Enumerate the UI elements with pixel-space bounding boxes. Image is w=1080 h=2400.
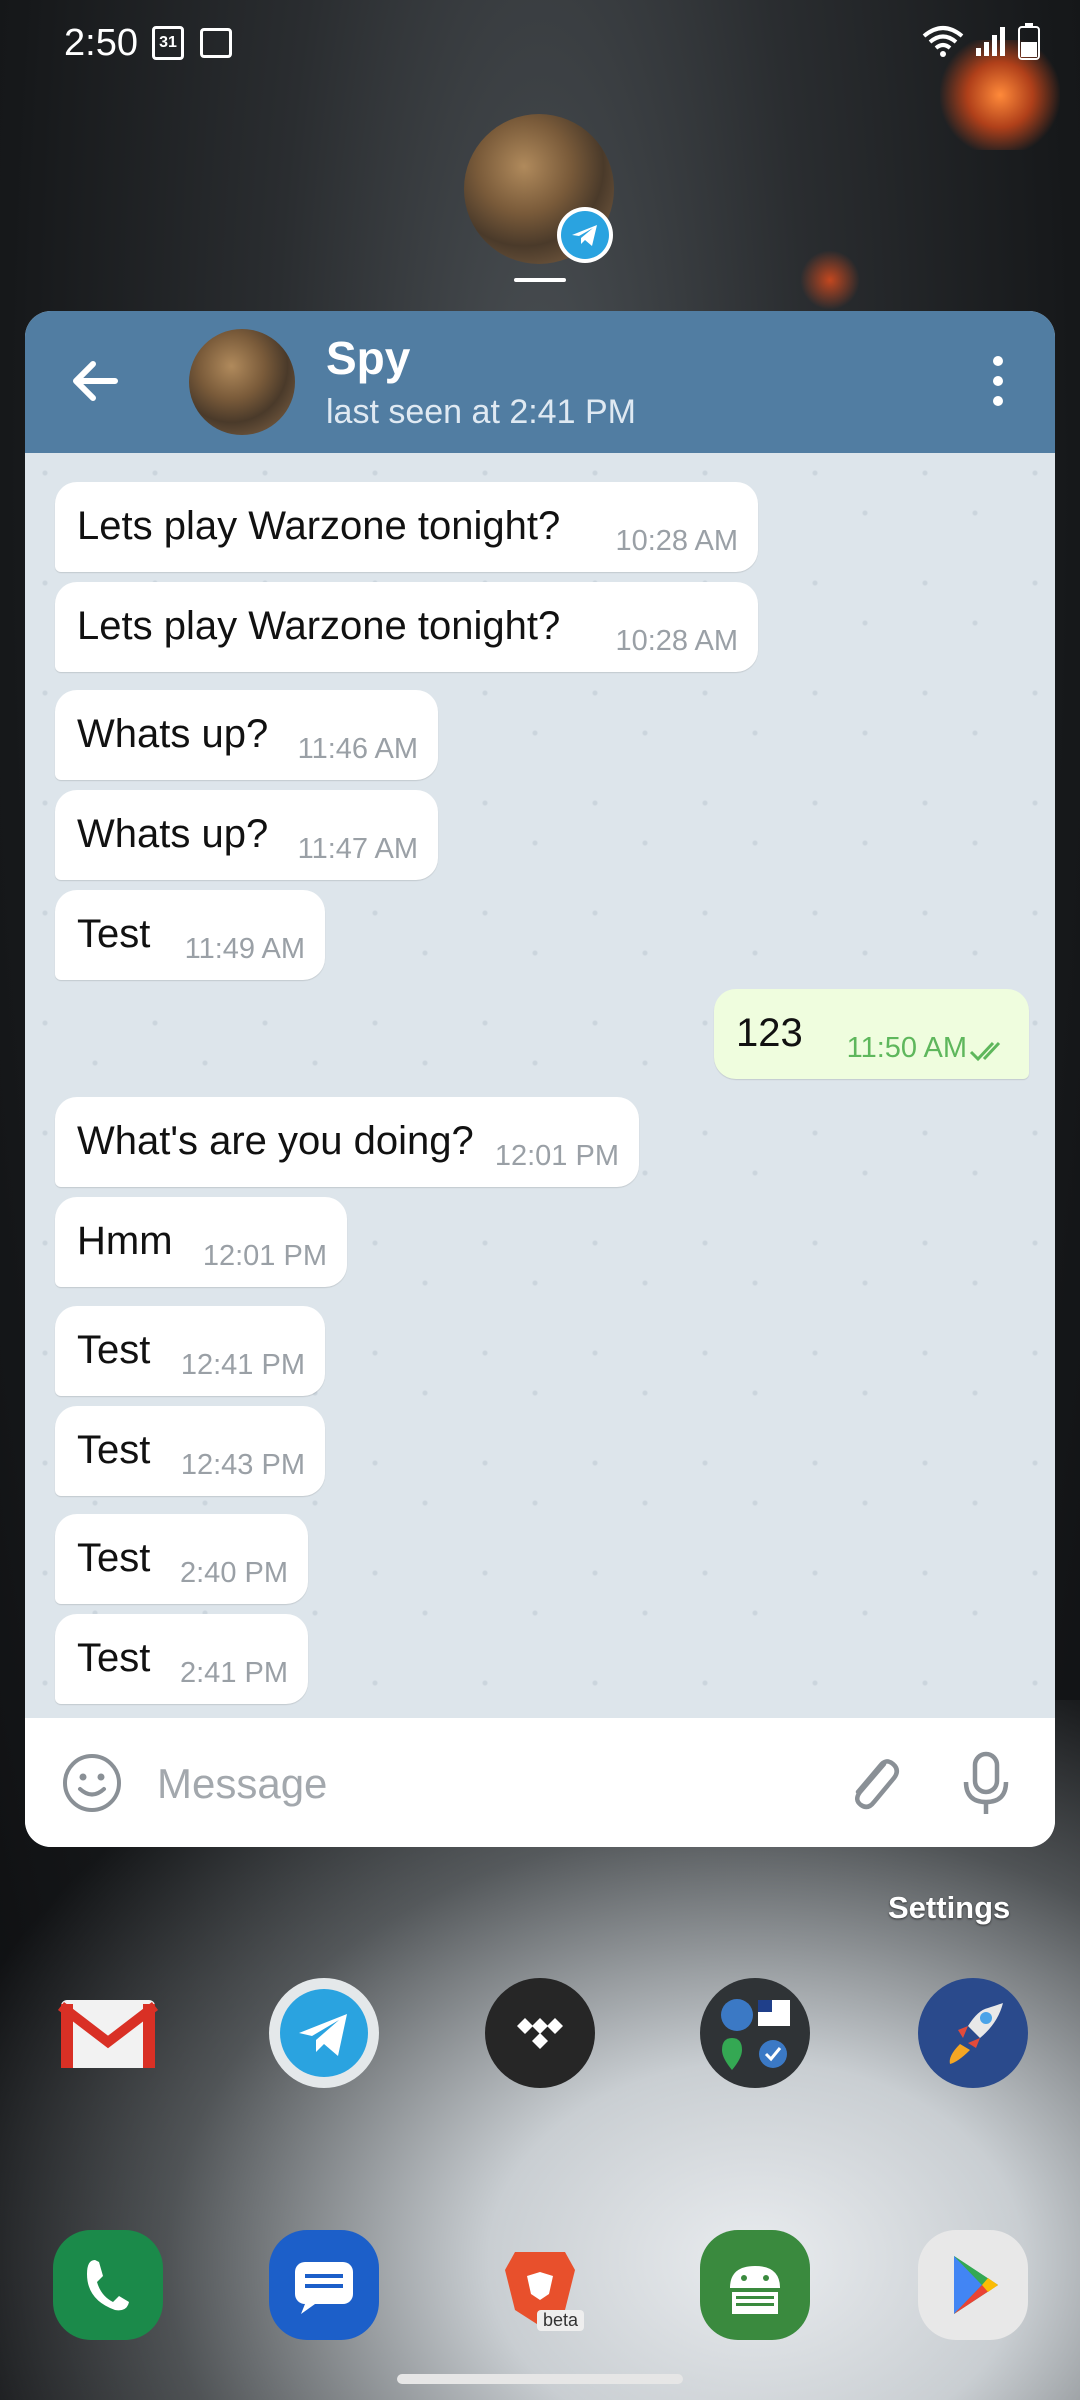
message-text: Test (77, 912, 151, 956)
read-checkmarks-icon (969, 1041, 1001, 1062)
chat-header: Spy last seen at 2:41 PM (25, 311, 1055, 453)
message-bubble-incoming[interactable]: Test 12:43 PM (55, 1406, 325, 1496)
message-text: Test (77, 1328, 151, 1372)
message-time: 12:43 PM (180, 1449, 305, 1481)
calendar-icon: 31 (152, 26, 184, 60)
message-time: 12:01 PM (494, 1140, 619, 1172)
microphone-icon[interactable] (958, 1748, 1014, 1818)
message-time: 12:01 PM (202, 1240, 327, 1272)
chat-window: Spy last seen at 2:41 PM Lets play Warzo… (25, 311, 1055, 1847)
signal-icon (976, 27, 1005, 56)
message-bubble-incoming[interactable]: Test 2:40 PM (55, 1514, 308, 1604)
message-bubble-incoming[interactable]: Test 2:41 PM (55, 1614, 308, 1704)
message-text: Whats up? (77, 812, 269, 856)
beta-badge: beta (537, 2310, 585, 2331)
message-time: 12:41 PM (180, 1349, 305, 1381)
message-text: Test (77, 1636, 151, 1680)
more-options-icon[interactable] (983, 351, 1013, 411)
message-time: 11:46 AM (297, 733, 418, 765)
message-text: What's are you doing? (77, 1119, 474, 1163)
message-bubble-incoming[interactable]: Whats up? 11:46 AM (55, 690, 438, 780)
contact-name[interactable]: Spy (326, 331, 410, 385)
image-notification-icon (200, 28, 232, 58)
message-text: Hmm (77, 1219, 173, 1263)
message-bubble-incoming[interactable]: Whats up? 11:47 AM (55, 790, 438, 880)
message-time: 11:49 AM (184, 933, 305, 965)
play-store-icon[interactable] (918, 2230, 1028, 2340)
telegram-badge-icon (557, 207, 613, 263)
message-text: Test (77, 1428, 151, 1472)
message-bubble-incoming[interactable]: Test 11:49 AM (55, 890, 325, 980)
settings-label[interactable]: Settings (888, 1890, 1010, 1926)
contact-last-seen: last seen at 2:41 PM (326, 393, 636, 431)
message-list[interactable]: Lets play Warzone tonight? 10:28 AM Lets… (25, 453, 1055, 1718)
rocket-icon[interactable] (918, 1978, 1028, 2088)
emoji-icon[interactable] (61, 1752, 123, 1814)
messages-icon[interactable] (269, 2230, 379, 2340)
message-bubble-incoming[interactable]: What's are you doing? 12:01 PM (55, 1097, 639, 1187)
phone-icon[interactable] (53, 2230, 163, 2340)
message-bubble-incoming[interactable]: Lets play Warzone tonight? 10:28 AM (55, 482, 758, 572)
message-bubble-incoming[interactable]: Lets play Warzone tonight? 10:28 AM (55, 582, 758, 672)
message-time: 2:41 PM (180, 1657, 288, 1689)
android-icon[interactable] (700, 2230, 810, 2340)
telegram-icon[interactable] (269, 1978, 379, 2088)
message-time: 11:50 AM (846, 1032, 967, 1064)
battery-icon (1018, 23, 1040, 60)
message-text: Test (77, 1536, 151, 1580)
message-input-bar (25, 1718, 1055, 1847)
message-bubble-incoming[interactable]: Hmm 12:01 PM (55, 1197, 347, 1287)
navigation-handle[interactable] (397, 2374, 683, 2384)
message-input[interactable] (155, 1748, 809, 1820)
message-time: 2:40 PM (180, 1557, 288, 1589)
message-text: 123 (736, 1011, 803, 1055)
message-time: 11:47 AM (297, 833, 418, 865)
status-time: 2:50 (64, 22, 138, 64)
back-arrow-icon[interactable] (65, 351, 125, 411)
message-text: Lets play Warzone tonight? (77, 604, 561, 648)
wifi-icon (922, 26, 964, 57)
message-bubble-incoming[interactable]: Test 12:41 PM (55, 1306, 325, 1396)
tidal-icon[interactable] (485, 1978, 595, 2088)
message-time: 10:28 AM (615, 625, 738, 657)
gmail-icon[interactable] (53, 1978, 163, 2088)
message-time: 10:28 AM (615, 525, 738, 557)
status-bar: 2:50 31 (0, 0, 1080, 90)
message-text: Lets play Warzone tonight? (77, 504, 561, 548)
message-text: Whats up? (77, 712, 269, 756)
folder-icon[interactable] (700, 1978, 810, 2088)
message-bubble-outgoing[interactable]: 123 11:50 AM (714, 989, 1029, 1079)
attachment-icon[interactable] (840, 1748, 906, 1818)
bubble-indicator (514, 278, 566, 282)
brave-beta-icon[interactable]: beta (485, 2230, 595, 2340)
contact-avatar[interactable] (189, 329, 295, 435)
